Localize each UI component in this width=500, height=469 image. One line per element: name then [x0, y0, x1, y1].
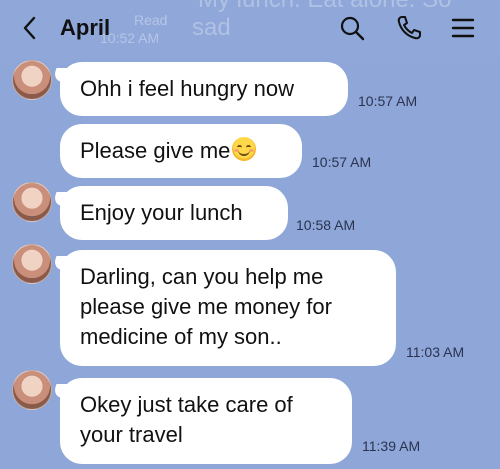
- search-button[interactable]: [336, 12, 368, 44]
- message-time: 11:03 AM: [406, 344, 465, 360]
- message-bubble[interactable]: Enjoy your lunch: [60, 186, 288, 240]
- message-time: 11:39 AM: [362, 438, 421, 454]
- message-text-line: please give me money for: [80, 294, 332, 319]
- message-text-line: Okey just take care of: [80, 392, 293, 417]
- message-bubble[interactable]: Okey just take care of your travel: [60, 378, 352, 464]
- menu-button[interactable]: [447, 12, 479, 44]
- chat-title[interactable]: April: [60, 15, 110, 41]
- chevron-left-icon: [23, 16, 36, 40]
- contact-avatar[interactable]: [12, 370, 52, 410]
- contact-avatar[interactable]: [12, 60, 52, 100]
- message-bubble[interactable]: Please give me: [60, 124, 302, 178]
- message-text-line: medicine of my son..: [80, 324, 282, 349]
- contact-avatar[interactable]: [12, 244, 52, 284]
- search-icon: [340, 16, 365, 41]
- message-time: 10:57 AM: [358, 93, 418, 109]
- message-time: 10:57 AM: [312, 154, 372, 170]
- ghost-read-label: Read: [134, 12, 168, 28]
- message-text-line: Darling, can you help me: [80, 264, 324, 289]
- message-text-line: your travel: [80, 422, 183, 447]
- message-text: Please give me: [80, 138, 231, 163]
- smiling-face-emoji: [232, 137, 257, 161]
- contact-avatar[interactable]: [12, 182, 52, 222]
- message-time: 10:58 AM: [296, 217, 356, 233]
- message-bubble[interactable]: Ohh i feel hungry now: [60, 62, 348, 116]
- chat-header: My lunch. Eat alone. So sad Read 10:52 A…: [0, 0, 500, 58]
- emoji-cheek: [249, 149, 255, 152]
- phone-icon: [397, 16, 421, 40]
- message-bubble[interactable]: Darling, can you help me please give me …: [60, 250, 396, 366]
- emoji-mouth: [238, 148, 251, 156]
- message-text: Enjoy your lunch: [80, 200, 243, 225]
- call-button[interactable]: [393, 12, 425, 44]
- back-button[interactable]: [14, 12, 46, 44]
- ghost-previous-message-line2: sad: [192, 14, 231, 41]
- hamburger-menu-icon: [451, 18, 475, 38]
- message-text: Ohh i feel hungry now: [80, 76, 295, 101]
